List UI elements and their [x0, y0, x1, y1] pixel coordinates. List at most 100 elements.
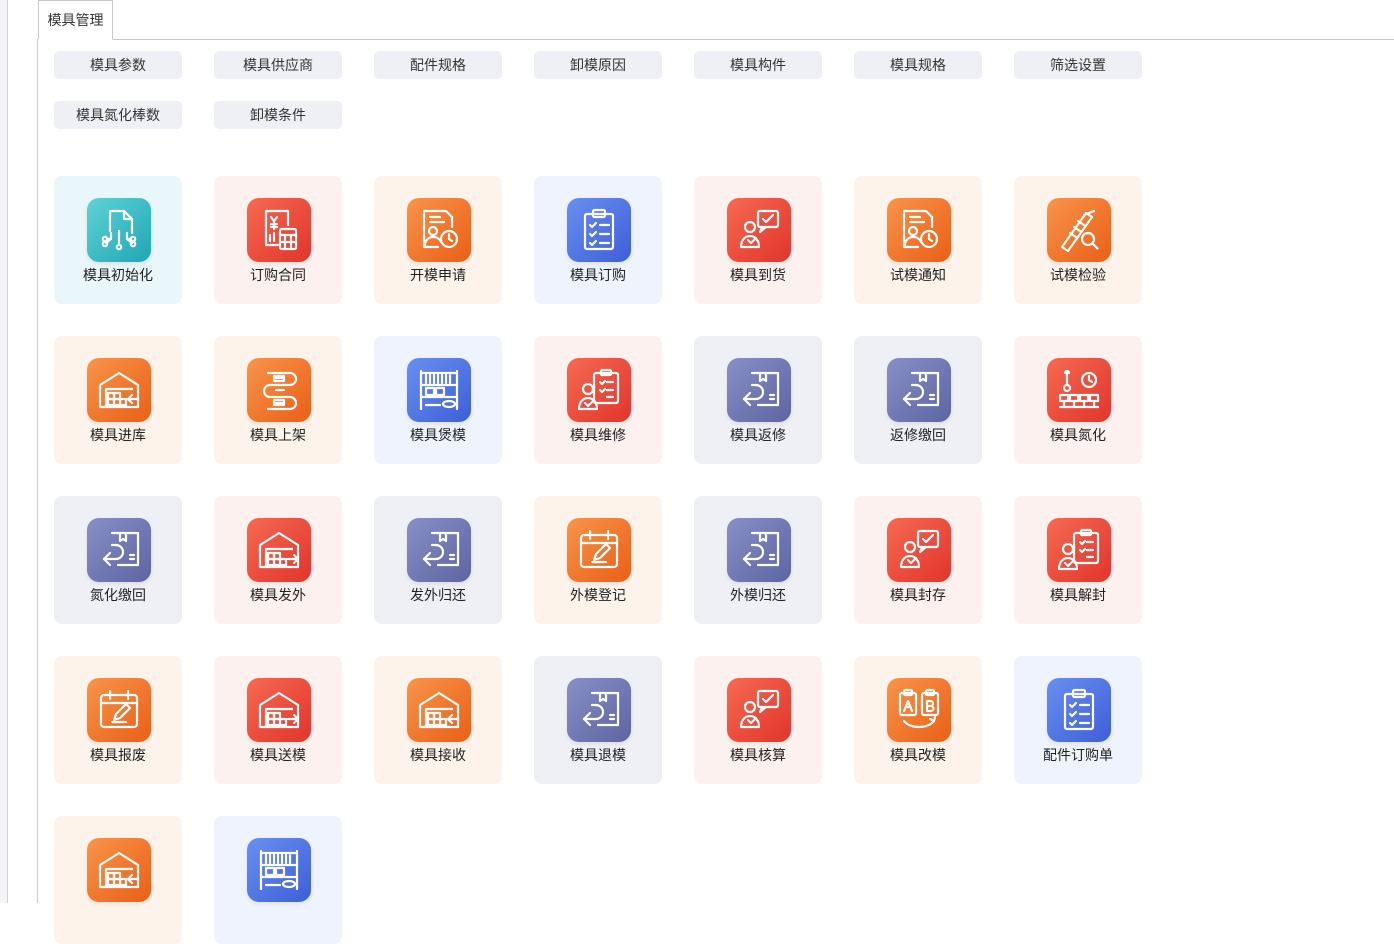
chip-document-icon	[87, 198, 151, 262]
function-tile[interactable]: 模具进库	[54, 336, 182, 464]
function-tile[interactable]: 外模登记	[534, 496, 662, 624]
tile-label: 返修缴回	[890, 427, 946, 443]
content-border	[37, 39, 38, 903]
person-check-message-icon	[887, 518, 951, 582]
tile-label: 模具氮化	[1050, 427, 1106, 443]
function-tile[interactable]: 模具解封	[1014, 496, 1142, 624]
clipboard-checklist-icon	[1047, 678, 1111, 742]
tile-label: 订购合同	[250, 267, 306, 283]
tile-label: 试模通知	[890, 267, 946, 283]
function-tile[interactable]: 模具送模	[214, 656, 342, 784]
function-tile[interactable]: 开模申请	[374, 176, 502, 304]
tile-label: 氮化缴回	[90, 587, 146, 603]
function-tile[interactable]: 模具报废	[54, 656, 182, 784]
function-tile[interactable]: 模具订购	[534, 176, 662, 304]
tab-bar: 模具管理	[38, 0, 1394, 40]
tile-label: 模具返修	[730, 427, 786, 443]
function-tile[interactable]: 模具煲模	[374, 336, 502, 464]
function-tile[interactable]: 配件订购单	[1014, 656, 1142, 784]
tile-label: 模具煲模	[410, 427, 466, 443]
function-tile[interactable]	[214, 816, 342, 944]
invoice-calculator-icon	[247, 198, 311, 262]
function-tile[interactable]: 模具改模	[854, 656, 982, 784]
warehouse-in-icon	[87, 838, 151, 902]
person-clipboard-icon	[1047, 518, 1111, 582]
function-tile[interactable]: 外模归还	[694, 496, 822, 624]
caliper-search-icon	[1047, 198, 1111, 262]
function-tile[interactable]: 模具退模	[534, 656, 662, 784]
function-tile[interactable]: 模具接收	[374, 656, 502, 784]
thermometer-grid-icon	[1047, 358, 1111, 422]
tile-label: 模具初始化	[83, 267, 153, 283]
settings-button[interactable]: 模具构件	[694, 51, 822, 79]
settings-button[interactable]: 模具参数	[54, 51, 182, 79]
person-clipboard-icon	[567, 358, 631, 422]
settings-button[interactable]: 筛选设置	[1014, 51, 1142, 79]
person-check-message-icon	[727, 678, 791, 742]
function-tile[interactable]: 模具发外	[214, 496, 342, 624]
function-tile[interactable]: 模具氮化	[1014, 336, 1142, 464]
function-tile[interactable]: 模具维修	[534, 336, 662, 464]
box-return-icon	[407, 518, 471, 582]
tile-label: 开模申请	[410, 267, 466, 283]
function-tile[interactable]: 模具封存	[854, 496, 982, 624]
tile-label: 模具订购	[570, 267, 626, 283]
function-tile[interactable]: 模具核算	[694, 656, 822, 784]
warehouse-in-icon	[407, 678, 471, 742]
function-tile[interactable]: 模具到货	[694, 176, 822, 304]
settings-button[interactable]: 模具规格	[854, 51, 982, 79]
function-tile[interactable]	[54, 816, 182, 944]
settings-button[interactable]: 模具氮化棒数	[54, 101, 182, 129]
warehouse-in-icon	[87, 358, 151, 422]
tile-label: 模具送模	[250, 747, 306, 763]
tile-label: 模具改模	[890, 747, 946, 763]
function-tile[interactable]: 氮化缴回	[54, 496, 182, 624]
tile-label: 外模登记	[570, 587, 626, 603]
tile-label: 模具封存	[890, 587, 946, 603]
tile-label: 模具维修	[570, 427, 626, 443]
person-check-message-icon	[727, 198, 791, 262]
function-tile[interactable]: 返修缴回	[854, 336, 982, 464]
function-tile[interactable]: 模具返修	[694, 336, 822, 464]
ab-exchange-icon	[887, 678, 951, 742]
function-tile[interactable]: 订购合同	[214, 176, 342, 304]
calendar-edit-icon	[87, 678, 151, 742]
left-rail	[0, 0, 8, 903]
tile-label: 模具退模	[570, 747, 626, 763]
calendar-edit-icon	[567, 518, 631, 582]
tile-label: 模具核算	[730, 747, 786, 763]
tab-mold-management[interactable]: 模具管理	[38, 0, 113, 40]
box-return-icon	[567, 678, 631, 742]
box-return-icon	[887, 358, 951, 422]
shelf-rack-icon	[247, 838, 311, 902]
tile-label: 发外归还	[410, 587, 466, 603]
box-return-icon	[727, 358, 791, 422]
function-tile[interactable]: 发外归还	[374, 496, 502, 624]
tile-label: 模具发外	[250, 587, 306, 603]
tile-label: 配件订购单	[1043, 747, 1113, 763]
tile-label: 模具解封	[1050, 587, 1106, 603]
tile-label: 模具到货	[730, 267, 786, 283]
user-document-clock-icon	[887, 198, 951, 262]
settings-button[interactable]: 配件规格	[374, 51, 502, 79]
settings-button[interactable]: 卸模原因	[534, 51, 662, 79]
tile-label: 模具进库	[90, 427, 146, 443]
tile-label: 模具接收	[410, 747, 466, 763]
user-document-clock-icon	[407, 198, 471, 262]
function-tile[interactable]: 模具上架	[214, 336, 342, 464]
tile-label: 模具上架	[250, 427, 306, 443]
conveyor-path-icon	[247, 358, 311, 422]
warehouse-out-icon	[247, 678, 311, 742]
shelf-rack-icon	[407, 358, 471, 422]
tile-label: 试模检验	[1050, 267, 1106, 283]
tile-label: 模具报废	[90, 747, 146, 763]
settings-button[interactable]: 模具供应商	[214, 51, 342, 79]
warehouse-out-icon	[247, 518, 311, 582]
function-tile[interactable]: 试模检验	[1014, 176, 1142, 304]
box-return-icon	[87, 518, 151, 582]
function-tile[interactable]: 试模通知	[854, 176, 982, 304]
settings-button[interactable]: 卸模条件	[214, 101, 342, 129]
box-return-icon	[727, 518, 791, 582]
tile-label: 外模归还	[730, 587, 786, 603]
function-tile[interactable]: 模具初始化	[54, 176, 182, 304]
